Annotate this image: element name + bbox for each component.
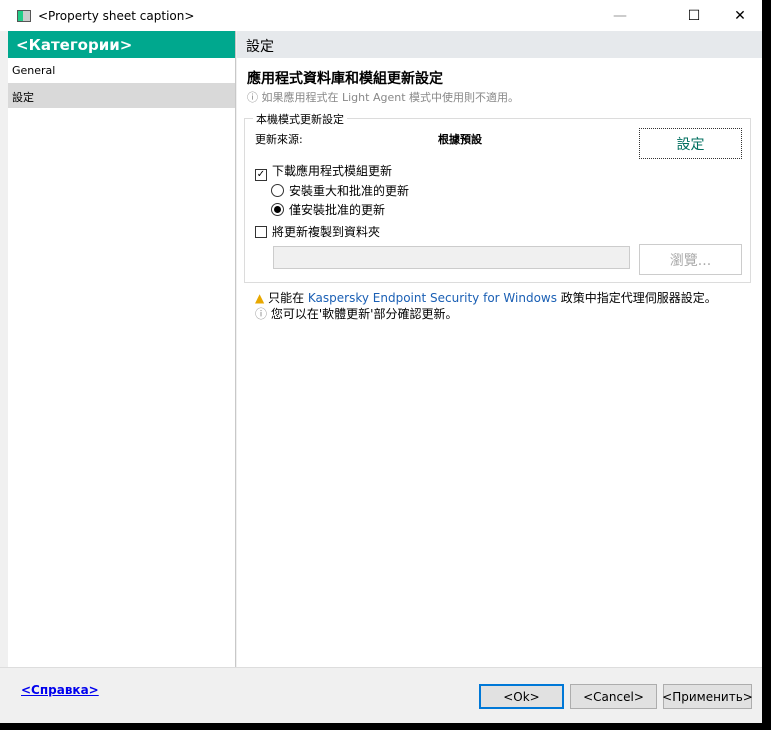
download-modules-checkbox[interactable]: ✓ 下載應用程式模組更新	[255, 162, 392, 181]
checkbox-checked-icon: ✓	[255, 169, 267, 181]
local-update-group: 本機模式更新設定 更新來源: 根據預設 設定 ✓ 下載應用程式模組更新 安裝重大和…	[244, 111, 751, 283]
settings-panel: 設定 應用程式資料庫和模組更新設定 ⓘ 如果應用程式在 Light Agent …	[237, 31, 762, 667]
checkbox-unchecked-icon	[255, 226, 267, 238]
ok-button[interactable]: <Ok>	[479, 684, 564, 709]
checkbox-label: 下載應用程式模組更新	[272, 164, 393, 178]
property-sheet-window: <Property sheet caption> — ☐ ✕ <Категори…	[0, 0, 762, 723]
info-icon: ⓘ	[247, 91, 258, 104]
updates-info: ⓘ 您可以在'軟體更新'部分確認更新。	[255, 305, 457, 322]
radio-icon	[271, 184, 284, 197]
browse-button[interactable]: 瀏覽...	[639, 244, 742, 275]
cancel-button[interactable]: <Cancel>	[570, 684, 657, 709]
minimize-button[interactable]: —	[597, 0, 643, 31]
info-icon: ⓘ	[255, 307, 268, 321]
light-agent-note: ⓘ 如果應用程式在 Light Agent 模式中使用則不適用。	[247, 89, 519, 105]
warning-text: 只能在	[268, 291, 308, 305]
group-legend: 本機模式更新設定	[253, 111, 347, 127]
radio-label: 安裝重大和批准的更新	[289, 184, 410, 198]
page-title: 應用程式資料庫和模組更新設定	[247, 71, 443, 87]
radio-approved-only[interactable]: 僅安裝批准的更新	[271, 201, 385, 218]
apply-button[interactable]: <Применить>	[662, 684, 753, 709]
folder-path-input[interactable]	[273, 246, 630, 269]
radio-label: 僅安裝批准的更新	[289, 203, 386, 217]
warning-text: 政策中指定代理伺服器設定。	[556, 291, 717, 305]
category-sidebar: <Категории> General 設定	[8, 31, 236, 667]
panel-header: 設定	[237, 31, 762, 58]
sidebar-item-general[interactable]: General	[8, 58, 235, 83]
update-source-value: 根據預設	[438, 133, 482, 146]
window-title: <Property sheet caption>	[38, 8, 195, 23]
proxy-warning: ▲ 只能在 Kaspersky Endpoint Security for Wi…	[255, 289, 717, 306]
sidebar-item-settings[interactable]: 設定	[8, 83, 235, 108]
checkbox-label: 將更新複製到資料夾	[272, 225, 381, 239]
dialog-footer: <Справка> <Ok> <Cancel> <Применить>	[0, 667, 762, 723]
app-icon	[17, 9, 31, 22]
radio-critical-approved[interactable]: 安裝重大和批准的更新	[271, 182, 409, 199]
note-text: 如果應用程式在 Light Agent 模式中使用則不適用。	[261, 91, 520, 104]
product-name: Kaspersky Endpoint Security for Windows	[307, 291, 557, 305]
warning-icon: ▲	[255, 291, 265, 305]
close-button[interactable]: ✕	[717, 0, 763, 31]
maximize-button[interactable]: ☐	[671, 0, 717, 31]
update-source-label: 更新來源:	[255, 133, 303, 146]
help-link[interactable]: <Справка>	[21, 683, 99, 697]
copy-to-folder-checkbox[interactable]: 將更新複製到資料夾	[255, 223, 380, 240]
info-text: 您可以在'軟體更新'部分確認更新。	[270, 307, 458, 321]
categories-header: <Категории>	[8, 31, 235, 58]
radio-selected-icon	[271, 203, 284, 216]
title-bar: <Property sheet caption> — ☐ ✕	[0, 0, 762, 31]
source-settings-button[interactable]: 設定	[639, 128, 742, 159]
